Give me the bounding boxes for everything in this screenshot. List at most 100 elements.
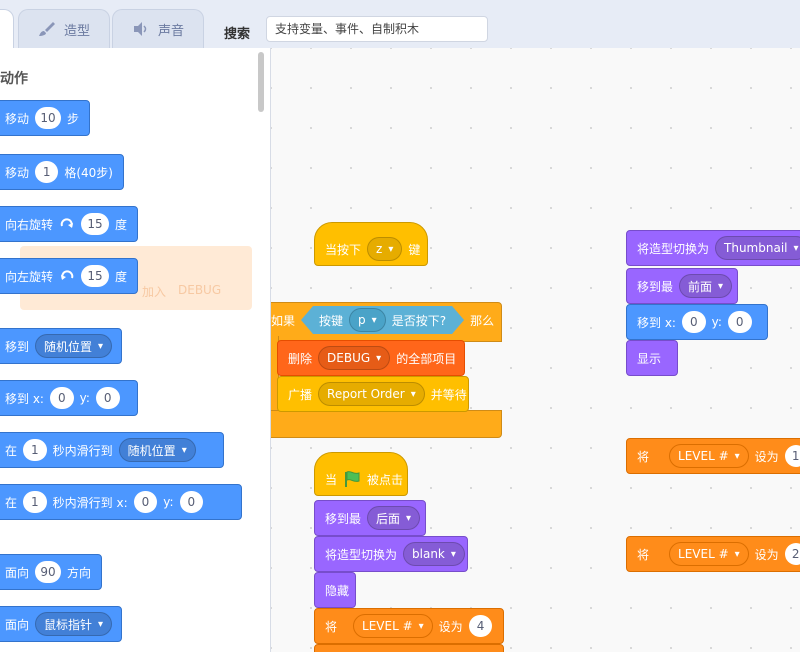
block-label: 并等待 xyxy=(430,387,467,402)
block-label: 移动 xyxy=(5,165,30,180)
block-label: 被点击 xyxy=(367,472,404,487)
x-input[interactable]: 0 xyxy=(133,491,158,513)
block-label: 在 xyxy=(5,495,18,510)
direction-input[interactable]: 90 xyxy=(35,561,61,583)
block-label: 格(40步) xyxy=(64,165,113,180)
hide-block[interactable]: 隐藏 xyxy=(314,572,356,608)
block-label: 移到最 xyxy=(325,511,362,526)
block-label: 移到 xyxy=(5,339,30,354)
block-label: 将造型切换为 xyxy=(637,241,710,256)
block-label: 键 xyxy=(408,242,421,257)
glide-target-dropdown[interactable]: 随机位置 xyxy=(118,438,196,462)
tab-sounds-label: 声音 xyxy=(157,23,184,39)
glide-block[interactable]: 在 1 秒内滑行到 随机位置 xyxy=(0,432,224,468)
block-label: 将造型切换为 xyxy=(325,547,398,562)
layer-dropdown[interactable]: 后面 xyxy=(367,506,421,530)
broadcast-and-wait-block[interactable]: 广播 Report Order 并等待 xyxy=(277,376,469,412)
goto-xy-block[interactable]: 移到 x: 0 y: 0 xyxy=(0,380,138,416)
set-variable-block[interactable]: 将 LEVEL # 设为 1 xyxy=(626,438,800,474)
layer-dropdown[interactable]: 前面 xyxy=(679,274,733,298)
rotate-right-icon xyxy=(59,216,75,232)
search-input[interactable]: 支持变量、事件、自制积木 xyxy=(266,16,488,42)
block-label: 秒内滑行到 xyxy=(52,443,113,458)
point-direction-block[interactable]: 面向 90 方向 xyxy=(0,554,102,590)
block-label: y: xyxy=(711,315,722,329)
block-label: 移到 x: xyxy=(637,315,676,330)
block-label: 显示 xyxy=(637,351,662,366)
speaker-icon xyxy=(132,21,150,37)
costume-dropdown[interactable]: blank xyxy=(403,542,465,566)
turn-right-block[interactable]: 向右旋转 15 度 xyxy=(0,206,138,242)
script-workspace[interactable]: 当按下 z 键 如果 按键 p 是否按下? 那么 删除 DEBUG 的全部项目 … xyxy=(271,48,800,652)
y-input[interactable]: 0 xyxy=(179,491,204,513)
block-label: 向左旋转 xyxy=(5,269,54,284)
block-label: 将 xyxy=(637,449,650,464)
set-variable-block[interactable]: 将 LEVEL # 设为 2 xyxy=(626,536,800,572)
key-pressed-boolean[interactable]: 按键 p 是否按下? xyxy=(301,306,464,334)
x-input[interactable]: 0 xyxy=(49,387,74,409)
show-block[interactable]: 显示 xyxy=(626,340,678,376)
goto-block[interactable]: 移到 随机位置 xyxy=(0,328,122,364)
when-key-pressed-hat[interactable]: 当按下 z 键 xyxy=(314,222,428,266)
block-label: 移动 xyxy=(5,111,30,126)
move-grid-block[interactable]: 移动 1 格(40步) xyxy=(0,154,124,190)
move-steps-block[interactable]: 移动 10 步 xyxy=(0,100,90,136)
variable-dropdown[interactable]: LEVEL # xyxy=(353,614,433,638)
value-input[interactable]: 1 xyxy=(784,445,800,467)
grid-input[interactable]: 1 xyxy=(35,161,59,183)
block-label: y: xyxy=(79,391,90,405)
block-label: 将 xyxy=(325,619,338,634)
turn-left-block[interactable]: 向左旋转 15 度 xyxy=(0,258,138,294)
brush-icon xyxy=(38,21,56,37)
if-header: 如果 按键 p 是否按下? 那么 xyxy=(271,306,494,334)
delete-all-of-list-block[interactable]: 删除 DEBUG 的全部项目 xyxy=(277,340,465,376)
variable-dropdown[interactable]: LEVEL # xyxy=(669,444,749,468)
message-dropdown[interactable]: Report Order xyxy=(318,382,425,406)
glide-xy-block[interactable]: 在 1 秒内滑行到 x: 0 y: 0 xyxy=(0,484,242,520)
tab-costumes[interactable]: 造型 xyxy=(18,9,110,48)
key-dropdown[interactable]: p xyxy=(349,308,386,332)
seconds-input[interactable]: 1 xyxy=(23,439,47,461)
block-label: 设为 xyxy=(438,619,463,634)
goto-xy-block[interactable]: 移到 x: 0 y: 0 xyxy=(626,304,768,340)
y-input[interactable]: 0 xyxy=(727,311,752,333)
block-label: 按键 xyxy=(319,313,344,328)
list-dropdown[interactable]: DEBUG xyxy=(318,346,391,370)
when-flag-clicked-hat[interactable]: 当 被点击 xyxy=(314,452,408,496)
variable-dropdown[interactable]: LEVEL # xyxy=(669,542,749,566)
tab-code[interactable] xyxy=(0,9,14,48)
tab-sounds[interactable]: 声音 xyxy=(112,9,204,48)
block-label: 当按下 xyxy=(325,242,362,257)
block-label: y: xyxy=(163,495,174,509)
set-variable-block[interactable]: 将 LEVEL # 设为 4 xyxy=(314,608,504,644)
point-towards-block[interactable]: 面向 鼠标指针 xyxy=(0,606,122,642)
category-title-motion: 动作 xyxy=(0,71,28,87)
block-label: 在 xyxy=(5,443,18,458)
go-to-front-layer-block[interactable]: 移到最 前面 xyxy=(626,268,738,304)
block-label: 度 xyxy=(114,269,127,284)
block-label: 的全部项目 xyxy=(396,351,457,366)
palette-scrollbar[interactable] xyxy=(258,52,264,112)
next-block-partial[interactable] xyxy=(314,644,504,652)
block-palette: 动作 加入 DEBUG 移动 10 步 移动 1 格(40步) 向右旋转 15 … xyxy=(0,48,271,652)
block-label: 面向 xyxy=(5,617,30,632)
costume-dropdown[interactable]: Thumbnail xyxy=(715,236,800,260)
value-input[interactable]: 4 xyxy=(468,615,493,637)
x-input[interactable]: 0 xyxy=(681,311,706,333)
y-input[interactable]: 0 xyxy=(95,387,120,409)
go-to-back-layer-block[interactable]: 移到最 后面 xyxy=(314,500,426,536)
goto-target-dropdown[interactable]: 随机位置 xyxy=(35,334,113,358)
seconds-input[interactable]: 1 xyxy=(23,491,47,513)
key-dropdown[interactable]: z xyxy=(367,237,403,261)
steps-input[interactable]: 10 xyxy=(35,107,61,129)
degrees-input[interactable]: 15 xyxy=(81,213,109,235)
ghost-add-label: 加入 xyxy=(142,285,167,299)
ghost-add-dropdown: DEBUG xyxy=(178,283,222,297)
block-label: 步 xyxy=(66,111,79,126)
block-label: 那么 xyxy=(470,313,495,328)
switch-costume-block[interactable]: 将造型切换为 blank xyxy=(314,536,468,572)
value-input[interactable]: 2 xyxy=(784,543,800,565)
switch-costume-block[interactable]: 将造型切换为 Thumbnail xyxy=(626,230,800,266)
degrees-input[interactable]: 15 xyxy=(81,265,109,287)
point-towards-dropdown[interactable]: 鼠标指针 xyxy=(35,612,113,636)
